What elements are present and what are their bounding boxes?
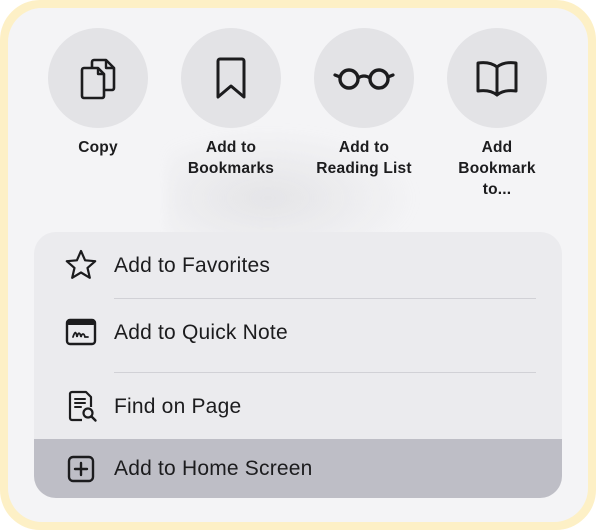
action-row: Copy Add to Bookmarks Add to Reading Lis… [8,8,588,228]
add-to-bookmarks-action[interactable]: Add to Bookmarks [166,28,296,179]
bookmark-to-label: Add Bookmark to... [458,139,536,198]
share-sheet-frame: Copy Add to Bookmarks Add to Reading Lis… [0,0,596,530]
quick-note-label: Add to Quick Note [114,321,288,344]
book-icon [476,61,518,97]
menu-item-add-to-favorites[interactable]: Add to Favorites [34,232,562,298]
reading-list-label: Add to Reading List [316,139,412,177]
menu-item-add-to-quick-note[interactable]: Add to Quick Note [34,299,562,365]
find-on-page-label: Find on Page [114,395,242,418]
menu-item-find-on-page[interactable]: Find on Page [34,373,562,439]
copy-icon [80,58,116,100]
action-menu: Add to Favorites Add to Quick Note Find … [34,232,562,498]
home-screen-label: Add to Home Screen [114,457,313,480]
copy-action[interactable]: Copy [33,28,163,158]
star-icon [64,248,98,282]
glasses-icon [333,68,395,90]
share-sheet: Copy Add to Bookmarks Add to Reading Lis… [8,8,588,522]
copy-action-circle[interactable] [48,28,148,128]
plus-square-icon [64,452,98,486]
bookmark-icon [216,57,246,99]
quick-note-icon [64,315,98,349]
bookmarks-action-circle[interactable] [181,28,281,128]
bookmark-to-action-circle[interactable] [447,28,547,128]
add-to-reading-list-action[interactable]: Add to Reading List [299,28,429,179]
reading-list-action-circle[interactable] [314,28,414,128]
menu-item-add-to-home-screen[interactable]: Add to Home Screen [34,439,562,498]
add-bookmark-to-action[interactable]: Add Bookmark to... [432,28,562,200]
favorites-label: Add to Favorites [114,254,271,277]
bookmarks-label: Add to Bookmarks [187,139,275,177]
copy-label: Copy [78,139,118,156]
find-on-page-icon [64,389,98,423]
